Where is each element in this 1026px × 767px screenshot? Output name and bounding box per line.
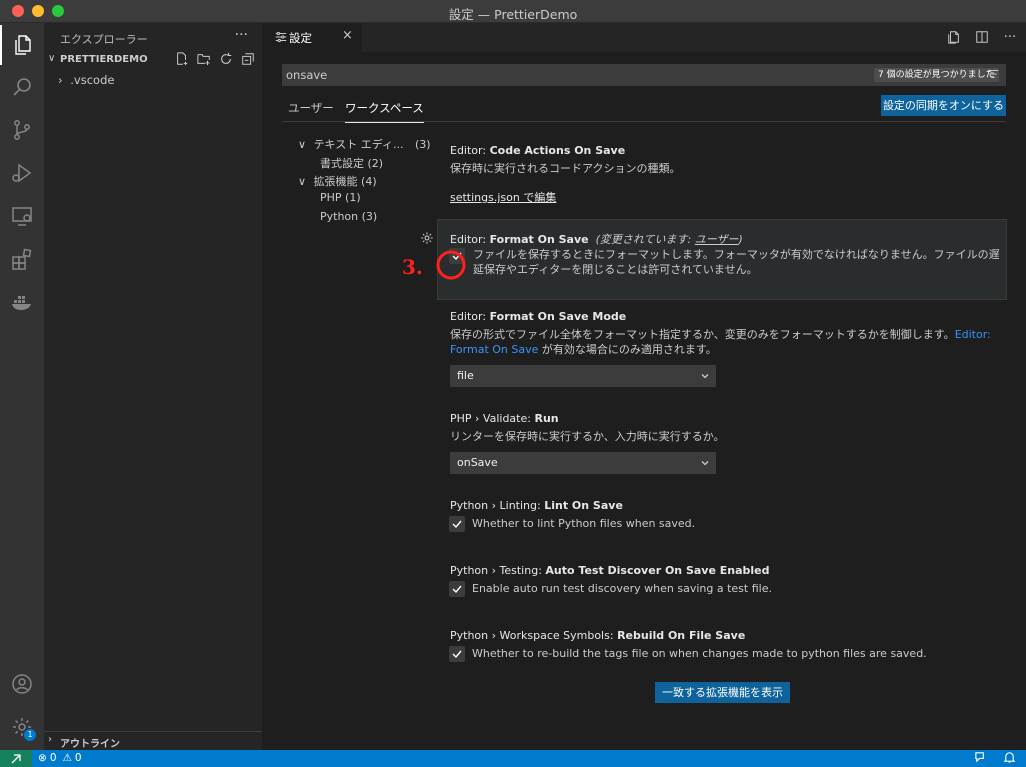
warning-icon: ⚠ [62,752,72,764]
toc-php[interactable]: PHP (1) [320,191,361,204]
error-icon: ⊗ [38,752,47,764]
tab-label: 設定 [289,31,312,45]
chevron-down-icon [700,370,710,384]
setting-title: Python › Workspace Symbols: Rebuild On F… [450,629,746,642]
close-icon[interactable]: × [342,28,353,43]
project-folder-row[interactable]: ∨ PRETTIERDEMO [44,51,262,69]
php-validate-run-select[interactable]: onSave [450,452,716,474]
setting-php-validate-run: PHP › Validate: Run リンターを保存時に実行するか、入力時に実… [450,412,1006,444]
refresh-icon[interactable] [218,51,234,67]
new-folder-icon[interactable] [196,51,212,67]
modified-in-user-link[interactable]: ユーザー [695,233,739,246]
manage-gear-icon[interactable]: 1 [0,707,44,747]
setting-description: 保存の形式でファイル全体をフォーマット指定するか、変更のみをフォーマットするかを… [450,328,991,356]
annotation-circle-icon: 3. [402,250,466,280]
setting-title: Editor: Format On Save (変更されています: ユーザー) [450,233,743,246]
select-value: onSave [457,456,498,469]
setting-python-lint-on-save: Python › Linting: Lint On Save [450,499,1006,512]
settings-search-input[interactable]: onsave 7 個の設定が見つかりました [282,64,1006,86]
auto-test-discover-checkbox[interactable] [449,581,465,597]
docker-icon[interactable] [0,282,44,322]
problems-indicator[interactable]: ⊗ 0 ⚠ 0 [38,752,82,764]
setting-format-on-save: Editor: Format On Save (変更されています: ユーザー) [450,231,1006,247]
activity-bar: 1 [0,23,44,750]
setting-title: Editor: Format On Save Mode [450,310,627,323]
setting-title: Python › Linting: Lint On Save [450,499,623,512]
setting-title: PHP › Validate: Run [450,412,559,425]
setting-description: リンターを保存時に実行するか、入力時に実行するか。 [450,430,725,443]
chevron-right-icon: › [58,73,63,87]
split-editor-icon[interactable] [974,29,990,45]
explorer-header: エクスプローラー [60,33,148,46]
setting-title: Python › Testing: Auto Test Discover On … [450,564,770,577]
feedback-icon[interactable] [974,751,987,767]
settings-tab-icon [275,31,287,43]
project-name: PRETTIERDEMO [60,54,148,65]
outline-label: アウトライン [60,739,120,750]
explorer-icon[interactable] [0,25,44,65]
lint-on-save-checkbox[interactable] [449,516,465,532]
notifications-bell-icon[interactable] [1003,751,1016,767]
toc-text-editor[interactable]: ∨ テキスト エディ... (3) [298,136,431,152]
toc-formatting[interactable]: 書式設定 (2) [320,155,383,171]
setting-description: Enable auto run test discovery when savi… [472,582,772,595]
search-icon[interactable] [0,67,44,107]
outline-section[interactable]: › アウトライン [44,731,262,750]
more-actions-icon[interactable]: ··· [235,27,248,43]
search-result-count: 7 個の設定が見つかりました [874,68,999,82]
tab-workspace-scope[interactable]: ワークスペース [345,100,424,123]
setting-python-auto-test-discover: Python › Testing: Auto Test Discover On … [450,564,1006,577]
setting-description: ファイルを保存するときにフォーマットします。フォーマッタが有効でなければなりませ… [473,248,1000,276]
remote-explorer-icon[interactable] [0,196,44,236]
extensions-icon[interactable] [0,239,44,279]
annotation-label: 3. [402,255,423,279]
chevron-right-icon: › [48,734,52,745]
setting-title: Editor: Code Actions On Save [450,144,626,157]
open-settings-json-icon[interactable] [946,29,962,45]
settings-sync-button[interactable]: 設定の同期をオンにする [881,95,1006,116]
edit-in-settings-json-link[interactable]: settings.json で編集 [450,189,1006,205]
toc-extensions[interactable]: ∨ 拡張機能 (4) [298,173,377,189]
setting-description: 保存時に実行されるコードアクションの種類。 [450,162,681,175]
setting-format-on-save-mode: Editor: Format On Save Mode 保存の形式でファイル全体… [450,310,1006,357]
tab-bar: 設定 × ··· [262,23,1026,52]
status-bar: ⊗ 0 ⚠ 0 [0,750,1026,767]
settings-editor: 設定 × ··· onsave 7 個の設定が見つかりました ユーザー ワークス… [262,23,1026,750]
explorer-sidebar: エクスプローラー ··· ∨ PRETTIERDEMO › .vscode › … [44,23,262,750]
tab-user-scope[interactable]: ユーザー [288,100,334,116]
rebuild-on-save-checkbox[interactable] [449,646,465,662]
remote-indicator[interactable] [0,750,32,767]
divider [282,121,1006,122]
chevron-down-icon: ∨ [48,53,56,64]
tree-item-vscode[interactable]: › .vscode [58,73,114,87]
setting-description: Whether to lint Python files when saved. [472,517,696,530]
tab-settings[interactable]: 設定 × [262,23,362,52]
run-debug-icon[interactable] [0,153,44,193]
select-value: file [457,369,474,382]
chevron-down-icon [700,457,710,471]
setting-code-actions-on-save: Editor: Code Actions On Save 保存時に実行されるコー… [450,144,1006,205]
filter-icon[interactable] [986,67,1000,84]
more-actions-icon[interactable]: ··· [1002,29,1018,45]
search-value: onsave [286,68,328,82]
title-bar: 設定 — PrettierDemo [0,0,1026,23]
source-control-icon[interactable] [0,110,44,150]
window-title: 設定 — PrettierDemo [448,7,578,22]
new-file-icon[interactable] [174,51,190,67]
show-matching-extensions-button[interactable]: 一致する拡張機能を表示 [655,682,790,703]
accounts-icon[interactable] [0,664,44,704]
toc-python[interactable]: Python (3) [320,210,377,223]
setting-python-rebuild-on-save: Python › Workspace Symbols: Rebuild On F… [450,629,1006,642]
settings-badge: 1 [24,729,36,741]
setting-description: Whether to re-build the tags file on whe… [472,647,927,660]
collapse-all-icon[interactable] [240,51,256,67]
format-on-save-mode-select[interactable]: file [450,365,716,387]
